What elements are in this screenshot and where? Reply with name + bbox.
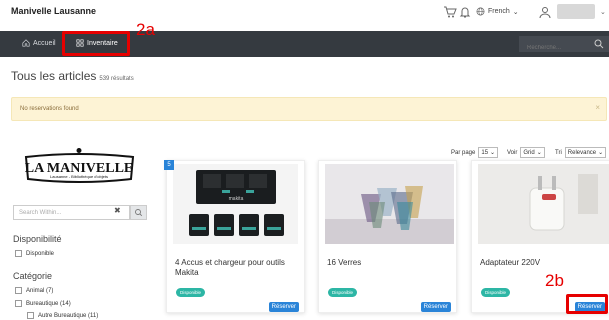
checkbox[interactable] bbox=[15, 300, 22, 307]
per-page-value: 15 bbox=[481, 149, 489, 156]
chevron-down-icon: ⌄ bbox=[598, 150, 604, 156]
item-title[interactable]: 16 Verres bbox=[327, 258, 452, 268]
globe-icon bbox=[476, 7, 485, 16]
per-page-control: Par page 15 ⌄ bbox=[451, 147, 499, 158]
category-label: Bureautique (14) bbox=[26, 300, 71, 307]
annotation-box-2b bbox=[566, 294, 608, 314]
annotation-label-2a: 2a bbox=[136, 20, 155, 39]
language-label: French bbox=[488, 8, 510, 15]
item-card[interactable]: makita 4 Accus et chargeur pour outils M… bbox=[166, 160, 305, 313]
annotation-box-2a bbox=[62, 31, 130, 56]
category-heading: Catégorie bbox=[13, 271, 53, 281]
reserve-button[interactable]: Réserver bbox=[268, 302, 299, 312]
filter-category-autre-bureautique[interactable]: Autre Bureautique (11) bbox=[27, 312, 98, 319]
result-count: 539 résultats bbox=[99, 76, 134, 82]
count-badge: 5 bbox=[164, 160, 174, 170]
home-icon bbox=[22, 39, 30, 47]
close-icon[interactable]: × bbox=[595, 103, 600, 112]
view-value: Grid bbox=[523, 149, 535, 156]
nav-home[interactable]: Accueil bbox=[22, 39, 56, 47]
nav-home-label: Accueil bbox=[33, 39, 56, 47]
chevron-down-icon: ⌄ bbox=[490, 150, 496, 156]
search-within-placeholder: Search Within... bbox=[19, 210, 62, 216]
per-page-select[interactable]: 15 ⌄ bbox=[478, 147, 499, 158]
item-image-glasses[interactable] bbox=[325, 164, 454, 244]
checkbox[interactable] bbox=[15, 250, 22, 257]
filter-available-label: Disponible bbox=[26, 250, 55, 257]
item-image-text: makita bbox=[229, 196, 244, 202]
item-title[interactable]: Adaptateur 220V bbox=[480, 258, 605, 268]
status-badge: Disponible bbox=[328, 288, 358, 297]
cart-icon[interactable] bbox=[443, 5, 457, 19]
global-search bbox=[519, 36, 609, 56]
clear-icon[interactable]: ✖ bbox=[114, 206, 121, 215]
global-search-input[interactable] bbox=[519, 40, 589, 56]
chevron-down-icon: ⌄ bbox=[512, 8, 519, 16]
item-image-makita-batteries[interactable]: makita bbox=[173, 164, 298, 244]
item-image-adapter[interactable] bbox=[478, 164, 609, 244]
checkbox[interactable] bbox=[15, 287, 22, 294]
filter-category-animal[interactable]: Animal (7) bbox=[15, 287, 53, 294]
status-badge: Disponible bbox=[481, 288, 511, 297]
user-menu-chevron-icon[interactable]: ⌄ bbox=[600, 8, 606, 16]
reserve-button[interactable]: Réserver bbox=[420, 302, 451, 312]
bell-icon[interactable] bbox=[458, 5, 472, 19]
filter-category-bureautique[interactable]: Bureautique (14) bbox=[15, 300, 71, 307]
sort-value: Relevance bbox=[567, 149, 597, 156]
status-badge: Disponible bbox=[176, 288, 206, 297]
search-icon[interactable] bbox=[594, 39, 604, 49]
checkbox[interactable] bbox=[27, 312, 34, 319]
language-selector[interactable]: French ⌄ bbox=[476, 7, 519, 16]
brand-title[interactable]: Manivelle Lausanne bbox=[11, 6, 96, 16]
search-icon bbox=[135, 209, 143, 217]
item-card[interactable]: 16 Verres Disponible Réserver bbox=[318, 160, 457, 313]
sort-label: Tri bbox=[555, 149, 562, 156]
view-control: Voir Grid ⌄ bbox=[507, 147, 545, 158]
filter-available[interactable]: Disponible bbox=[15, 250, 54, 257]
sort-control: Tri Relevance ⌄ bbox=[555, 147, 607, 158]
per-page-label: Par page bbox=[451, 149, 476, 156]
search-within-input[interactable]: Search Within... bbox=[13, 205, 130, 220]
view-select[interactable]: Grid ⌄ bbox=[520, 147, 545, 158]
manivelle-logo: LA MANIVELLE Lausanne - Bibliothèque d'o… bbox=[25, 148, 135, 183]
page-title-text: Tous les articles bbox=[11, 69, 97, 83]
alert-banner: No reservations found × bbox=[11, 97, 607, 121]
availability-heading: Disponibilité bbox=[13, 234, 62, 244]
top-bar: Manivelle Lausanne French ⌄ ⌄ bbox=[0, 0, 609, 28]
user-icon[interactable] bbox=[538, 5, 552, 19]
user-name-redacted[interactable] bbox=[557, 4, 595, 19]
item-title[interactable]: 4 Accus et chargeur pour outils Makita bbox=[175, 258, 300, 278]
search-within-button[interactable] bbox=[130, 205, 147, 220]
annotation-label-2b: 2b bbox=[545, 271, 564, 290]
alert-text: No reservations found bbox=[20, 106, 79, 112]
logo-subtext: Lausanne - Bibliothèque d'objets bbox=[50, 174, 108, 179]
sort-select[interactable]: Relevance ⌄ bbox=[564, 147, 607, 158]
category-label: Animal (7) bbox=[26, 287, 54, 294]
chevron-down-icon: ⌄ bbox=[536, 150, 542, 156]
category-label: Autre Bureautique (11) bbox=[38, 312, 99, 319]
page-title: Tous les articles 539 résultats bbox=[11, 69, 134, 83]
view-label: Voir bbox=[507, 149, 518, 156]
item-card[interactable]: Adaptateur 220V Disponible Réserver bbox=[471, 160, 609, 313]
